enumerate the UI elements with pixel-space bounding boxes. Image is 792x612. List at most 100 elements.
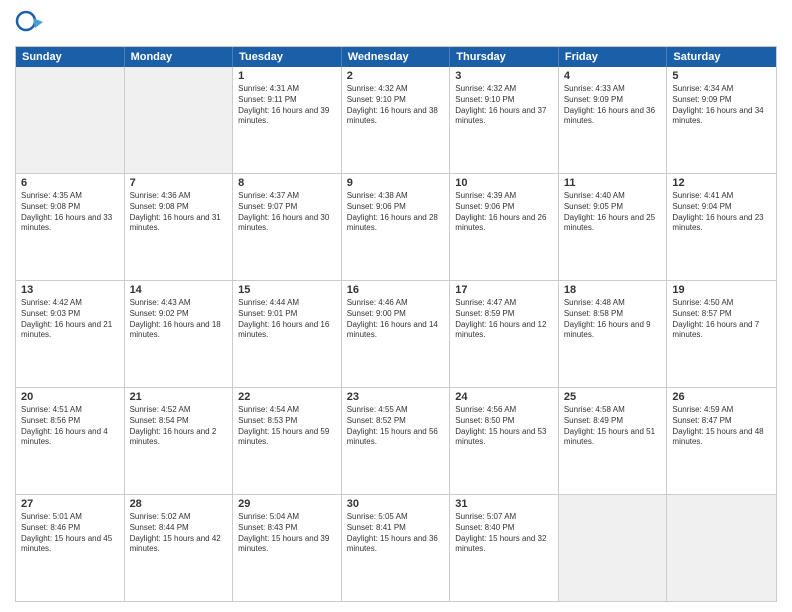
day-info: Sunrise: 4:39 AM Sunset: 9:06 PM Dayligh… xyxy=(455,191,553,234)
logo-icon xyxy=(15,10,45,40)
day-info: Sunrise: 4:55 AM Sunset: 8:52 PM Dayligh… xyxy=(347,405,445,448)
calendar-cell: 28 Sunrise: 5:02 AM Sunset: 8:44 PM Dayli… xyxy=(125,495,234,601)
calendar-cell: 11Sunrise: 4:40 AM Sunset: 9:05 PM Dayli… xyxy=(559,174,668,280)
calendar-cell: 17 Sunrise: 4:47 AM Sunset: 8:59 PM Dayli… xyxy=(450,281,559,387)
calendar-cell: 8Sunrise: 4:37 AM Sunset: 9:07 PM Daylig… xyxy=(233,174,342,280)
day-info: Sunrise: 4:48 AM Sunset: 8:58 PM Dayligh… xyxy=(564,298,662,341)
header-day-thursday: Thursday xyxy=(450,47,559,67)
day-info: Sunrise: 5:05 AM Sunset: 8:41 PM Dayligh… xyxy=(347,512,445,555)
day-info: Sunrise: 4:32 AM Sunset: 9:10 PM Dayligh… xyxy=(455,84,553,127)
day-info: Sunrise: 4:35 AM Sunset: 9:08 PM Dayligh… xyxy=(21,191,119,234)
calendar-cell: 30 Sunrise: 5:05 AM Sunset: 8:41 PM Dayli… xyxy=(342,495,451,601)
calendar-cell: 18 Sunrise: 4:48 AM Sunset: 8:58 PM Dayli… xyxy=(559,281,668,387)
calendar-cell xyxy=(559,495,668,601)
calendar-cell: 4 Sunrise: 4:33 AM Sunset: 9:09 PM Daylig… xyxy=(559,67,668,173)
header-day-friday: Friday xyxy=(559,47,668,67)
day-info: Sunrise: 5:01 AM Sunset: 8:46 PM Dayligh… xyxy=(21,512,119,555)
calendar-cell: 21 Sunrise: 4:52 AM Sunset: 8:54 PM Dayli… xyxy=(125,388,234,494)
day-number: 30 xyxy=(347,498,445,510)
calendar-cell: 20 Sunrise: 4:51 AM Sunset: 8:56 PM Dayli… xyxy=(16,388,125,494)
day-info: Sunrise: 4:47 AM Sunset: 8:59 PM Dayligh… xyxy=(455,298,553,341)
day-info: Sunrise: 4:51 AM Sunset: 8:56 PM Dayligh… xyxy=(21,405,119,448)
calendar-row-1: 6Sunrise: 4:35 AM Sunset: 9:08 PM Daylig… xyxy=(16,173,776,280)
calendar-cell: 29Sunrise: 5:04 AM Sunset: 8:43 PM Dayli… xyxy=(233,495,342,601)
calendar: SundayMondayTuesdayWednesdayThursdayFrid… xyxy=(15,46,777,602)
day-info: Sunrise: 5:02 AM Sunset: 8:44 PM Dayligh… xyxy=(130,512,228,555)
calendar-cell: 24 Sunrise: 4:56 AM Sunset: 8:50 PM Dayli… xyxy=(450,388,559,494)
day-number: 4 xyxy=(564,70,662,82)
day-number: 14 xyxy=(130,284,228,296)
calendar-cell xyxy=(125,67,234,173)
day-info: Sunrise: 4:32 AM Sunset: 9:10 PM Dayligh… xyxy=(347,84,445,127)
calendar-row-2: 13 Sunrise: 4:42 AM Sunset: 9:03 PM Dayli… xyxy=(16,280,776,387)
day-info: Sunrise: 4:40 AM Sunset: 9:05 PM Dayligh… xyxy=(564,191,662,234)
day-number: 24 xyxy=(455,391,553,403)
calendar-cell: 5 Sunrise: 4:34 AM Sunset: 9:09 PM Daylig… xyxy=(667,67,776,173)
day-number: 21 xyxy=(130,391,228,403)
day-info: Sunrise: 4:37 AM Sunset: 9:07 PM Dayligh… xyxy=(238,191,336,234)
day-number: 18 xyxy=(564,284,662,296)
day-number: 17 xyxy=(455,284,553,296)
day-number: 16 xyxy=(347,284,445,296)
day-number: 26 xyxy=(672,391,771,403)
calendar-row-4: 27 Sunrise: 5:01 AM Sunset: 8:46 PM Dayli… xyxy=(16,494,776,601)
day-info: Sunrise: 4:58 AM Sunset: 8:49 PM Dayligh… xyxy=(564,405,662,448)
day-info: Sunrise: 4:44 AM Sunset: 9:01 PM Dayligh… xyxy=(238,298,336,341)
day-number: 23 xyxy=(347,391,445,403)
day-number: 9 xyxy=(347,177,445,189)
header-day-sunday: Sunday xyxy=(16,47,125,67)
day-number: 19 xyxy=(672,284,771,296)
day-number: 5 xyxy=(672,70,771,82)
day-number: 3 xyxy=(455,70,553,82)
calendar-cell: 15 Sunrise: 4:44 AM Sunset: 9:01 PM Dayli… xyxy=(233,281,342,387)
day-info: Sunrise: 4:56 AM Sunset: 8:50 PM Dayligh… xyxy=(455,405,553,448)
calendar-cell: 26 Sunrise: 4:59 AM Sunset: 8:47 PM Dayli… xyxy=(667,388,776,494)
header-day-monday: Monday xyxy=(125,47,234,67)
calendar-cell: 6Sunrise: 4:35 AM Sunset: 9:08 PM Daylig… xyxy=(16,174,125,280)
day-info: Sunrise: 4:46 AM Sunset: 9:00 PM Dayligh… xyxy=(347,298,445,341)
calendar-cell: 25 Sunrise: 4:58 AM Sunset: 8:49 PM Dayli… xyxy=(559,388,668,494)
day-number: 13 xyxy=(21,284,119,296)
day-number: 31 xyxy=(455,498,553,510)
calendar-cell: 31 Sunrise: 5:07 AM Sunset: 8:40 PM Dayli… xyxy=(450,495,559,601)
day-number: 25 xyxy=(564,391,662,403)
calendar-cell: 1Sunrise: 4:31 AM Sunset: 9:11 PM Daylig… xyxy=(233,67,342,173)
calendar-cell xyxy=(16,67,125,173)
day-info: Sunrise: 4:36 AM Sunset: 9:08 PM Dayligh… xyxy=(130,191,228,234)
logo xyxy=(15,10,49,40)
calendar-cell: 13 Sunrise: 4:42 AM Sunset: 9:03 PM Dayli… xyxy=(16,281,125,387)
day-info: Sunrise: 4:59 AM Sunset: 8:47 PM Dayligh… xyxy=(672,405,771,448)
day-number: 10 xyxy=(455,177,553,189)
header-day-saturday: Saturday xyxy=(667,47,776,67)
day-number: 29 xyxy=(238,498,336,510)
calendar-row-0: 1Sunrise: 4:31 AM Sunset: 9:11 PM Daylig… xyxy=(16,67,776,173)
calendar-cell: 7Sunrise: 4:36 AM Sunset: 9:08 PM Daylig… xyxy=(125,174,234,280)
day-info: Sunrise: 5:07 AM Sunset: 8:40 PM Dayligh… xyxy=(455,512,553,555)
calendar-cell: 12 Sunrise: 4:41 AM Sunset: 9:04 PM Dayli… xyxy=(667,174,776,280)
day-number: 12 xyxy=(672,177,771,189)
day-number: 15 xyxy=(238,284,336,296)
calendar-cell: 14 Sunrise: 4:43 AM Sunset: 9:02 PM Dayli… xyxy=(125,281,234,387)
calendar-cell: 27 Sunrise: 5:01 AM Sunset: 8:46 PM Dayli… xyxy=(16,495,125,601)
day-number: 28 xyxy=(130,498,228,510)
calendar-row-3: 20 Sunrise: 4:51 AM Sunset: 8:56 PM Dayli… xyxy=(16,387,776,494)
day-number: 22 xyxy=(238,391,336,403)
day-info: Sunrise: 4:42 AM Sunset: 9:03 PM Dayligh… xyxy=(21,298,119,341)
day-info: Sunrise: 4:52 AM Sunset: 8:54 PM Dayligh… xyxy=(130,405,228,448)
day-number: 27 xyxy=(21,498,119,510)
calendar-cell: 22 Sunrise: 4:54 AM Sunset: 8:53 PM Dayli… xyxy=(233,388,342,494)
day-number: 20 xyxy=(21,391,119,403)
day-info: Sunrise: 4:54 AM Sunset: 8:53 PM Dayligh… xyxy=(238,405,336,448)
calendar-cell: 19Sunrise: 4:50 AM Sunset: 8:57 PM Dayli… xyxy=(667,281,776,387)
calendar-cell: 3 Sunrise: 4:32 AM Sunset: 9:10 PM Daylig… xyxy=(450,67,559,173)
day-info: Sunrise: 4:31 AM Sunset: 9:11 PM Dayligh… xyxy=(238,84,336,127)
page-header xyxy=(15,10,777,40)
calendar-cell: 9Sunrise: 4:38 AM Sunset: 9:06 PM Daylig… xyxy=(342,174,451,280)
day-info: Sunrise: 4:33 AM Sunset: 9:09 PM Dayligh… xyxy=(564,84,662,127)
day-info: Sunrise: 4:41 AM Sunset: 9:04 PM Dayligh… xyxy=(672,191,771,234)
header-day-tuesday: Tuesday xyxy=(233,47,342,67)
calendar-cell: 23 Sunrise: 4:55 AM Sunset: 8:52 PM Dayli… xyxy=(342,388,451,494)
day-info: Sunrise: 4:34 AM Sunset: 9:09 PM Dayligh… xyxy=(672,84,771,127)
calendar-header: SundayMondayTuesdayWednesdayThursdayFrid… xyxy=(16,47,776,67)
day-info: Sunrise: 4:43 AM Sunset: 9:02 PM Dayligh… xyxy=(130,298,228,341)
